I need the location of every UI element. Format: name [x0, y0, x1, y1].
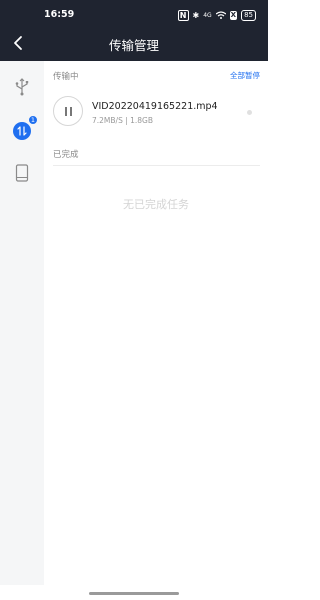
- pause-all-button[interactable]: 全部暂停: [230, 70, 260, 81]
- task-file-meta: 7.2MB/S | 1.8GB: [92, 116, 154, 125]
- sidebar-item-transfer[interactable]: 1: [10, 115, 38, 143]
- app-header: 16:59 N ✱ 4G X 85 传输管理: [0, 0, 268, 61]
- empty-state-text: 无已完成任务: [123, 198, 189, 211]
- home-indicator[interactable]: [89, 592, 179, 595]
- transferring-section-label: 传输中: [53, 72, 79, 82]
- status-time: 16:59: [44, 9, 75, 20]
- sidebar-item-phone[interactable]: [10, 161, 34, 185]
- sidebar: 1: [0, 61, 44, 585]
- completed-section-label: 已完成: [53, 150, 79, 160]
- signal-icon: 4G: [203, 11, 212, 19]
- x-icon: X: [229, 10, 238, 20]
- bluetooth-icon: ✱: [192, 10, 200, 20]
- pause-button[interactable]: [53, 96, 83, 126]
- task-file-name: VID20220419165221.mp4: [92, 101, 218, 112]
- page-title: 传输管理: [108, 38, 159, 53]
- transfer-task-row[interactable]: VID20220419165221.mp4 7.2MB/S | 1.8GB: [44, 86, 268, 138]
- pause-icon: [64, 106, 67, 116]
- usb-icon: [15, 78, 29, 96]
- transfer-count-badge: 1: [28, 115, 38, 125]
- divider: [53, 165, 260, 166]
- task-more-icon[interactable]: [247, 110, 252, 115]
- nfc-icon: N: [177, 9, 189, 21]
- phone-icon: [15, 164, 29, 182]
- transfer-icon: [13, 122, 31, 140]
- battery-icon: 85: [241, 9, 256, 21]
- sidebar-item-usb[interactable]: [10, 75, 34, 99]
- status-icons: N ✱ 4G X 85: [177, 9, 256, 21]
- wifi-icon: [215, 11, 226, 19]
